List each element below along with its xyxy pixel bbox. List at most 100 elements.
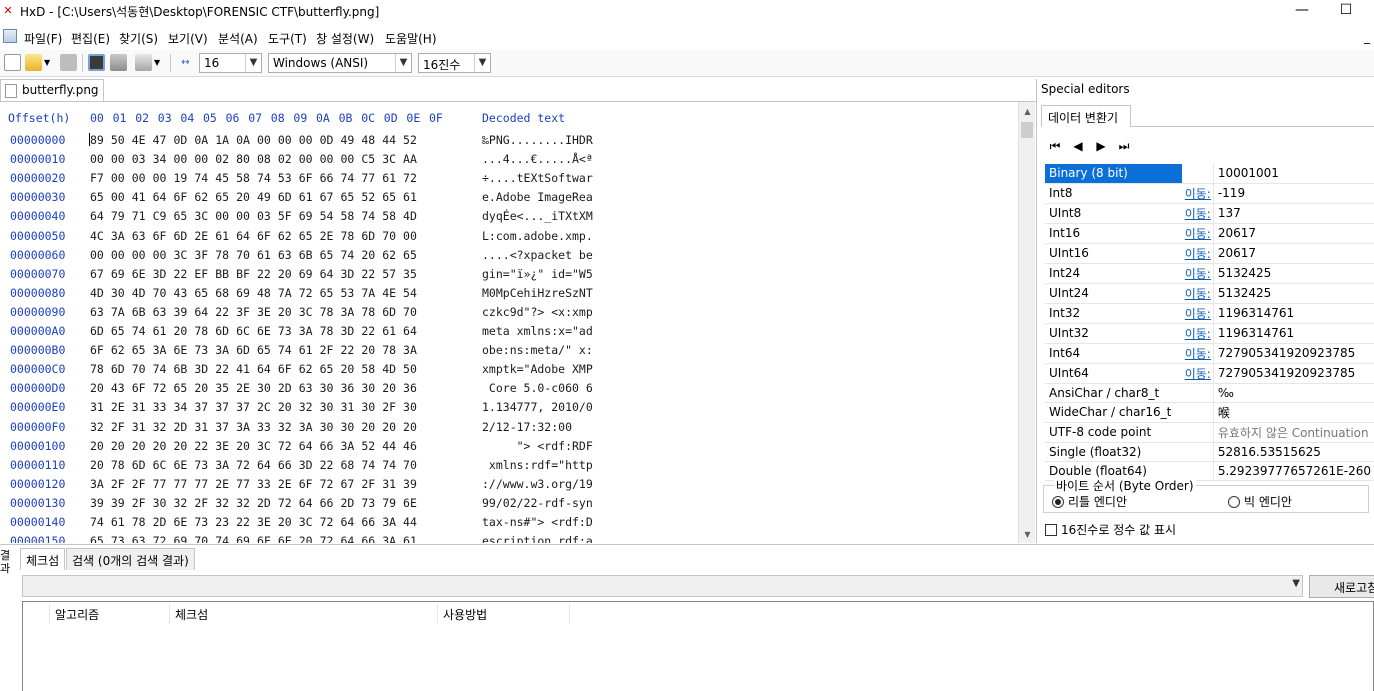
scroll-thumb[interactable]	[1021, 122, 1033, 138]
results-select[interactable]: ▼	[22, 575, 1303, 597]
column-usage[interactable]: 사용방법	[443, 606, 487, 623]
row-decoded-text[interactable]: M0MpCehiHzreSzNT	[482, 286, 593, 300]
row-hex-bytes[interactable]: 4D 30 4D 70 43 65 68 69 48 7A 72 65 53 7…	[90, 286, 417, 300]
menu-help[interactable]: 도움말(H)	[385, 30, 437, 47]
inspector-row[interactable]: UInt8 이동: 137	[1045, 203, 1374, 224]
checksum-list[interactable]: 알고리즘 체크섬 사용방법	[22, 601, 1374, 691]
inspector-row[interactable]: Int64 이동: 727905341920923785	[1045, 343, 1374, 364]
row-decoded-text[interactable]: xmptk="Adobe XMP	[482, 362, 593, 376]
goto-link[interactable]: 이동:	[1181, 343, 1214, 364]
inspector-value[interactable]: 5132425	[1212, 263, 1374, 284]
scroll-up-icon[interactable]: ▲	[1019, 104, 1036, 120]
inspector-value[interactable]: 1196314761	[1212, 323, 1374, 344]
inspector-row[interactable]: Single (float32) 52816.53515625	[1045, 442, 1374, 462]
row-hex-bytes[interactable]: 20 78 6D 6C 6E 73 3A 72 64 66 3D 22 68 7…	[90, 458, 417, 472]
inspector-value[interactable]: 1196314761	[1212, 303, 1374, 324]
row-hex-bytes[interactable]: 6F 62 65 3A 6E 73 3A 6D 65 74 61 2F 22 2…	[90, 343, 417, 357]
row-hex-bytes[interactable]: 63 7A 6B 63 39 64 22 3F 3E 20 3C 78 3A 7…	[90, 305, 417, 319]
row-decoded-text[interactable]: meta xmlns:x="ad	[482, 324, 593, 338]
tab-search-results[interactable]: 검색 (0개의 검색 결과)	[66, 548, 195, 570]
last-icon[interactable]: ⏭	[1116, 138, 1132, 154]
goto-link[interactable]: 이동:	[1181, 303, 1214, 324]
inspector-row[interactable]: Binary (8 bit) 10001001	[1045, 164, 1374, 184]
row-decoded-text[interactable]: xmlns:rdf="http	[482, 458, 593, 472]
open-folder-icon[interactable]	[25, 54, 42, 71]
row-hex-bytes[interactable]: 78 6D 70 74 6B 3D 22 41 64 6F 62 65 20 5…	[90, 362, 417, 376]
save-icon[interactable]	[60, 54, 77, 71]
inspector-row[interactable]: UInt16 이동: 20617	[1045, 243, 1374, 264]
row-decoded-text[interactable]: ‰PNG........IHDR	[482, 133, 593, 147]
goto-link[interactable]: 이동:	[1181, 323, 1214, 344]
print-dropdown-icon[interactable]: ▼	[154, 54, 164, 71]
goto-link[interactable]: 이동:	[1181, 243, 1214, 264]
inspector-row[interactable]: Int8 이동: -119	[1045, 183, 1374, 204]
menu-window[interactable]: 창 설정(W)	[316, 30, 374, 47]
offset-base-select[interactable]: 16진수 ▼	[418, 53, 491, 73]
mdi-minimize-button[interactable]: _	[1364, 30, 1370, 44]
row-hex-bytes[interactable]: 65 00 41 64 6F 62 65 20 49 6D 61 67 65 5…	[90, 190, 417, 204]
row-decoded-text[interactable]: ://www.w3.org/19	[482, 477, 593, 491]
row-decoded-text[interactable]: gin="ï»¿" id="W5	[482, 267, 593, 281]
row-decoded-text[interactable]: ....<?xpacket be	[482, 248, 593, 262]
inspector-row[interactable]: UInt32 이동: 1196314761	[1045, 323, 1374, 344]
inspector-row[interactable]: Int16 이동: 20617	[1045, 223, 1374, 244]
inspector-value[interactable]: -119	[1212, 183, 1374, 204]
row-hex-bytes[interactable]: 3A 2F 2F 77 77 77 2E 77 33 2E 6F 72 67 2…	[90, 477, 417, 491]
first-icon[interactable]: ⏮	[1047, 138, 1063, 154]
charset-select[interactable]: Windows (ANSI) ▼	[268, 53, 412, 73]
row-hex-bytes[interactable]: 32 2F 31 32 2D 31 37 3A 33 32 3A 30 30 2…	[90, 420, 417, 434]
menu-search[interactable]: 찾기(S)	[119, 30, 158, 47]
row-hex-bytes[interactable]: 65 73 63 72 69 70 74 69 6F 6E 20 72 64 6…	[90, 534, 417, 543]
tab-data-inspector[interactable]: 데이터 변환기	[1041, 105, 1131, 127]
row-decoded-text[interactable]: 1.134777, 2010/0	[482, 400, 593, 414]
inspector-row[interactable]: UInt64 이동: 727905341920923785	[1045, 363, 1374, 384]
file-tab-butterfly[interactable]: butterfly.png	[0, 79, 104, 101]
goto-link[interactable]: 이동:	[1181, 263, 1214, 284]
row-decoded-text[interactable]: tax-ns#"> <rdf:D	[482, 515, 593, 529]
row-decoded-text[interactable]: escription rdf:a	[482, 534, 593, 543]
row-hex-bytes[interactable]: 39 39 2F 30 32 2F 32 32 2D 72 64 66 2D 7…	[90, 496, 417, 510]
inspector-value[interactable]: 10001001	[1212, 164, 1374, 184]
inspector-value[interactable]: ‰	[1212, 383, 1374, 403]
goto-link[interactable]: 이동:	[1181, 363, 1214, 384]
inspector-value[interactable]: 유효하지 않은 Continuation	[1212, 422, 1374, 443]
row-decoded-text[interactable]: "> <rdf:RDF	[482, 439, 593, 453]
menu-analysis[interactable]: 분석(A)	[218, 30, 258, 47]
row-decoded-text[interactable]: ...4...€.....Å<ª	[482, 152, 593, 166]
ram-editor-icon[interactable]	[88, 54, 105, 71]
hex-editor[interactable]: Offset(h) 00 01 02 03 04 05 06 07 08 09 0A 0B 0C 0D 0E 0…	[0, 102, 1036, 543]
row-hex-bytes[interactable]: 20 43 6F 72 65 20 35 2E 30 2D 63 30 36 3…	[90, 381, 417, 395]
inspector-value[interactable]: 137	[1212, 203, 1374, 224]
menu-tools[interactable]: 도구(T)	[268, 30, 307, 47]
previous-icon[interactable]: ◀	[1070, 138, 1086, 154]
inspector-value[interactable]: 727905341920923785	[1212, 343, 1374, 364]
goto-link[interactable]: 이동:	[1181, 203, 1214, 224]
hex-integer-checkbox[interactable]: 16진수로 정수 값 표시	[1045, 521, 1176, 538]
row-hex-bytes[interactable]: 67 69 6E 3D 22 EF BB BF 22 20 69 64 3D 2…	[90, 267, 417, 281]
inspector-row[interactable]: Int24 이동: 5132425	[1045, 263, 1374, 284]
scroll-down-icon[interactable]: ▼	[1019, 527, 1036, 543]
hex-vertical-scrollbar[interactable]: ▲ ▼	[1018, 102, 1035, 543]
row-decoded-text[interactable]: dyqÉe<..._iTXtXM	[482, 209, 593, 223]
inspector-value[interactable]: 727905341920923785	[1212, 363, 1374, 384]
column-checksum[interactable]: 체크섬	[175, 606, 208, 623]
row-hex-bytes[interactable]: 64 79 71 C9 65 3C 00 00 03 5F 69 54 58 7…	[90, 209, 417, 223]
refresh-button[interactable]: 새로고침	[1309, 575, 1374, 598]
row-decoded-text[interactable]: 2/12-17:32:00	[482, 420, 593, 434]
minimize-button[interactable]: —	[1280, 0, 1324, 22]
row-hex-bytes[interactable]: 6D 65 74 61 20 78 6D 6C 6E 73 3A 78 3D 2…	[90, 324, 417, 338]
inspector-value[interactable]: 52816.53515625	[1212, 442, 1374, 462]
bytes-per-row-select[interactable]: 16 ▼	[199, 53, 262, 73]
inspector-row[interactable]: UInt24 이동: 5132425	[1045, 283, 1374, 304]
row-hex-bytes[interactable]: F7 00 00 00 19 74 45 58 74 53 6F 66 74 7…	[90, 171, 417, 185]
hxd-app-icon[interactable]: ✕	[0, 3, 16, 19]
next-icon[interactable]: ▶	[1093, 138, 1109, 154]
new-file-icon[interactable]	[4, 54, 21, 71]
inspector-value[interactable]: 20617	[1212, 243, 1374, 264]
maximize-button[interactable]: ☐	[1324, 0, 1368, 22]
row-decoded-text[interactable]: ÷....tEXtSoftwar	[482, 171, 593, 185]
goto-link[interactable]: 이동:	[1181, 283, 1214, 304]
goto-link[interactable]: 이동:	[1181, 183, 1214, 204]
row-decoded-text[interactable]: obe:ns:meta/" x:	[482, 343, 593, 357]
menu-edit[interactable]: 편집(E)	[71, 30, 110, 47]
